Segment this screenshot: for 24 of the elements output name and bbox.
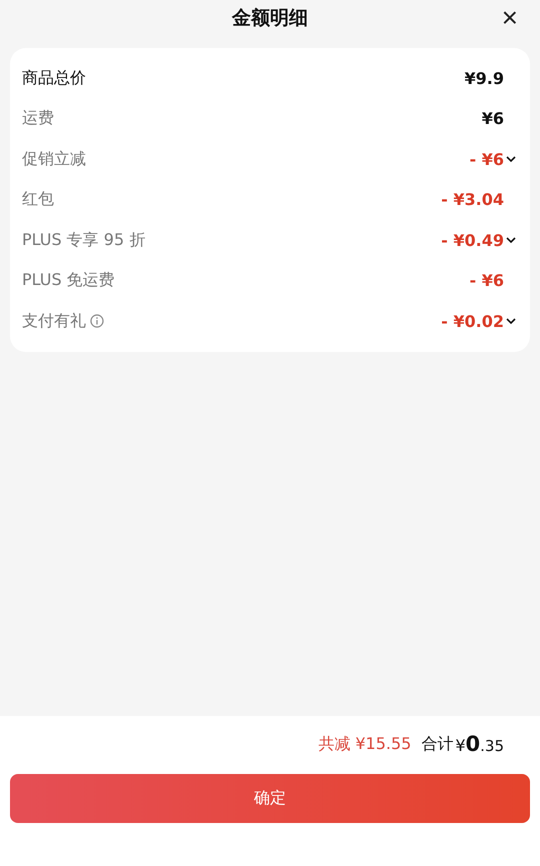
total-amount: ¥0.35	[455, 732, 504, 756]
row-label: 促销立减	[22, 148, 86, 170]
row-amount: - ¥3.04	[441, 190, 504, 210]
row-amount: - ¥6	[470, 150, 504, 169]
row-amount: - ¥0.02	[441, 312, 504, 331]
row-label: 红包	[22, 189, 54, 210]
sheet-title: 金额明细	[232, 6, 308, 31]
row-label: 运费	[22, 108, 54, 130]
confirm-button[interactable]: 确定	[10, 774, 530, 823]
chevron-down-icon[interactable]	[506, 318, 516, 324]
row-amount: ¥6	[482, 109, 504, 128]
row-label: 商品总价	[22, 68, 86, 89]
total-label: 合计	[421, 734, 454, 754]
row-amount: ¥9.9	[464, 68, 504, 88]
info-icon[interactable]	[90, 314, 104, 328]
row-label: PLUS 免运费	[22, 270, 115, 292]
total-savings: 共减 ¥15.55	[318, 734, 412, 754]
chevron-down-icon[interactable]	[506, 156, 516, 162]
close-button[interactable]: ×	[502, 4, 518, 32]
row-label: PLUS 专享 95 折	[22, 230, 146, 251]
row-amount: - ¥0.49	[441, 230, 504, 250]
row-label: 支付有礼	[22, 310, 86, 332]
row-amount: - ¥6	[470, 271, 504, 290]
chevron-down-icon[interactable]	[506, 237, 516, 244]
